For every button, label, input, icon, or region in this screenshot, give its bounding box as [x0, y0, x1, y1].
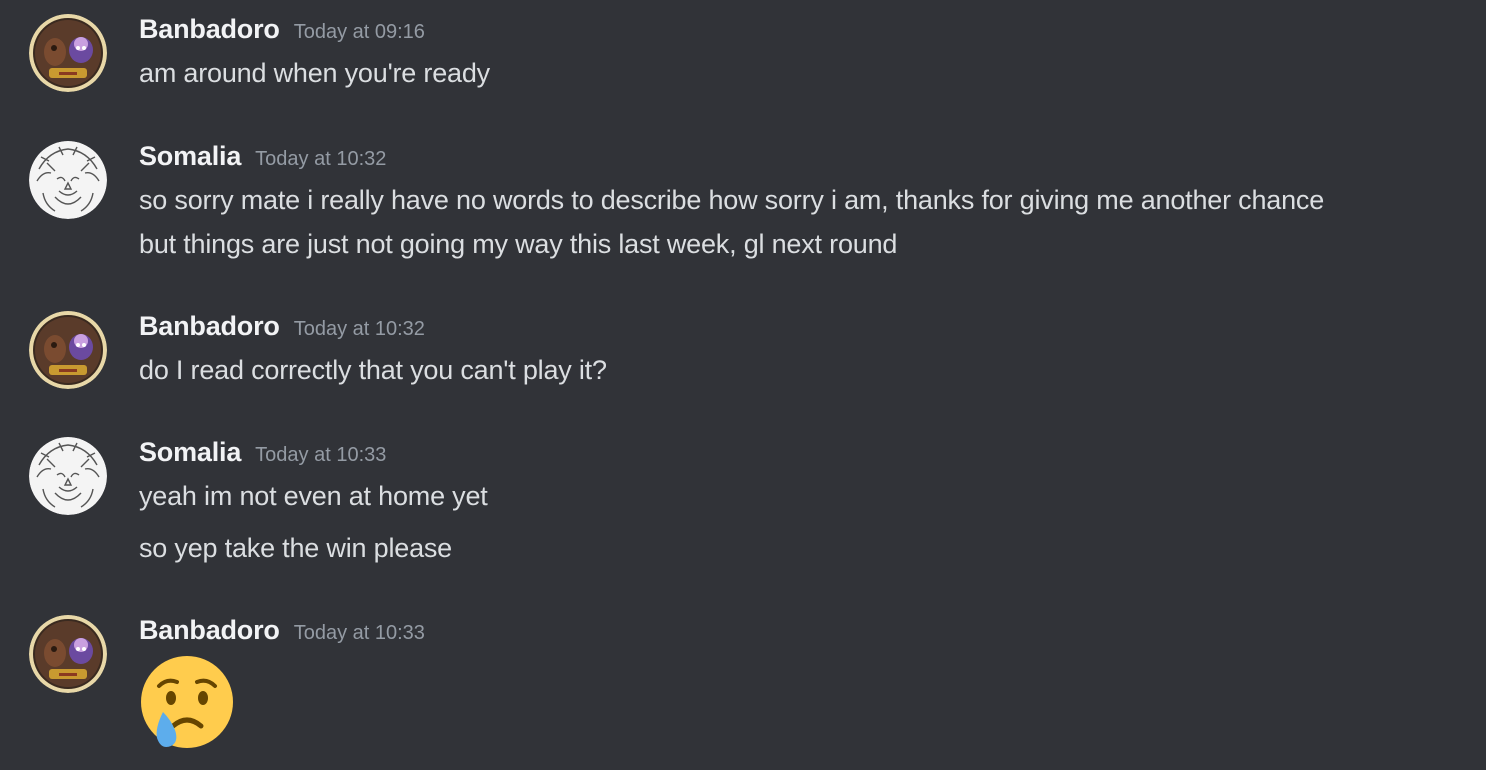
- message-header: Somalia Today at 10:33: [139, 437, 386, 468]
- message-header: Banbadoro Today at 09:16: [139, 14, 425, 45]
- crying-face-emoji-icon[interactable]: [139, 656, 235, 757]
- avatar[interactable]: [29, 437, 107, 515]
- timestamp[interactable]: Today at 10:33: [294, 622, 425, 644]
- avatar[interactable]: [29, 141, 107, 219]
- avatar[interactable]: [29, 615, 107, 693]
- username[interactable]: Banbadoro: [139, 311, 280, 341]
- message-text: do I read correctly that you can't play …: [139, 355, 607, 385]
- timestamp[interactable]: Today at 10:32: [294, 318, 425, 340]
- message-text: so yep take the win please: [139, 533, 452, 563]
- timestamp[interactable]: Today at 09:16: [294, 21, 425, 43]
- message-text: am around when you're ready: [139, 58, 490, 88]
- message-text: but things are just not going my way thi…: [139, 229, 898, 259]
- message-header: Banbadoro Today at 10:32: [139, 311, 425, 342]
- avatar[interactable]: [29, 311, 107, 389]
- timestamp[interactable]: Today at 10:32: [255, 148, 386, 170]
- username[interactable]: Somalia: [139, 437, 241, 467]
- message-text: yeah im not even at home yet: [139, 481, 488, 511]
- message-header: Somalia Today at 10:32: [139, 141, 386, 172]
- chat-message-list: Banbadoro Today at 09:16 am around when y…: [0, 0, 1486, 770]
- username[interactable]: Banbadoro: [139, 14, 280, 44]
- message-text: so sorry mate i really have no words to …: [139, 185, 1325, 215]
- username[interactable]: Banbadoro: [139, 615, 280, 645]
- avatar[interactable]: [29, 14, 107, 92]
- timestamp[interactable]: Today at 10:33: [255, 444, 386, 466]
- username[interactable]: Somalia: [139, 141, 241, 171]
- message-header: Banbadoro Today at 10:33: [139, 615, 425, 646]
